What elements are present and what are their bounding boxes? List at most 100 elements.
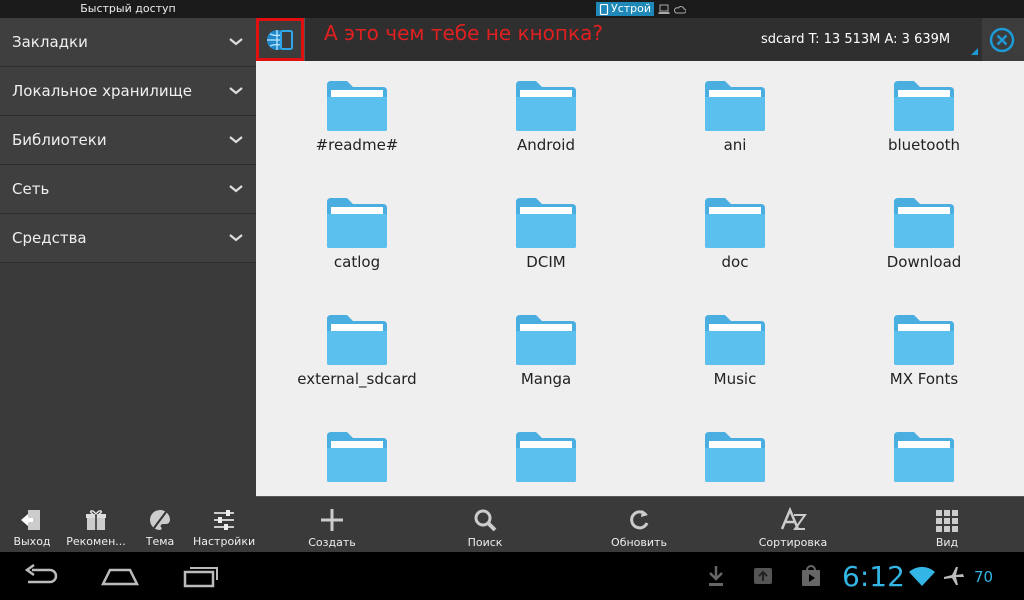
folder-name: external_sdcard (297, 370, 417, 388)
network-tab-icon[interactable] (658, 4, 670, 15)
chevron-down-icon (229, 234, 243, 242)
folder-icon (327, 315, 387, 365)
search-button[interactable]: Поиск (425, 497, 545, 553)
recommend-label: Рекомен... (66, 535, 126, 548)
folder-name: Download (886, 253, 962, 271)
sidebar-item-tools[interactable]: Средства (0, 214, 256, 263)
folder-icon (516, 198, 576, 248)
folder-item[interactable] (277, 426, 437, 487)
folder-item[interactable]: external_sdcard (277, 309, 437, 388)
folder-name: doc (721, 253, 749, 271)
sidebar-item-libraries[interactable]: Библиотеки (0, 116, 256, 165)
folder-name: bluetooth (887, 136, 961, 154)
sidebar-actions: Выход Рекомен... Тема Настройки (0, 496, 256, 552)
system-nav-bar: 6:12 70 (0, 552, 1024, 600)
bottom-toolbar: Создать Поиск Обновить Сортировка Вид (256, 496, 1024, 552)
annotation-text: А это чем тебе не кнопка? (324, 21, 603, 45)
home-icon[interactable] (100, 564, 140, 588)
refresh-icon (630, 510, 649, 530)
folder-icon (516, 315, 576, 365)
folder-icon (705, 198, 765, 248)
wifi-icon (909, 566, 935, 586)
airplane-icon (944, 567, 964, 585)
folder-item[interactable] (466, 426, 626, 487)
sidebar-item-bookmarks[interactable]: Закладки (0, 18, 256, 67)
sidebar-item-label: Закладки (12, 33, 88, 51)
status-clock: 6:12 (842, 560, 905, 593)
sort-button[interactable]: Сортировка (733, 497, 853, 553)
folder-item[interactable]: #readme# (277, 75, 437, 154)
play-store-icon (802, 565, 820, 586)
folder-item[interactable]: Android (466, 75, 626, 154)
tab-device[interactable]: Устрой (596, 2, 655, 16)
folder-icon (327, 198, 387, 248)
download-icon (709, 566, 723, 586)
quick-access-title: Быстрый доступ (80, 2, 176, 15)
search-label: Поиск (467, 536, 503, 549)
folder-item[interactable]: bluetooth (844, 75, 1004, 154)
folder-item[interactable]: MX Fonts (844, 309, 1004, 388)
search-icon (474, 509, 497, 532)
folder-name: DCIM (526, 253, 566, 271)
folder-item[interactable]: catlog (277, 192, 437, 271)
refresh-button[interactable]: Обновить (579, 497, 699, 553)
folder-icon (894, 315, 954, 365)
folder-icon (516, 81, 576, 131)
close-button[interactable] (986, 24, 1018, 56)
folder-item[interactable]: doc (655, 192, 815, 271)
sidebar-item-network[interactable]: Сеть (0, 165, 256, 214)
gift-icon (86, 510, 106, 530)
folder-name: MX Fonts (889, 370, 959, 388)
folder-icon (327, 432, 387, 482)
cloud-tab-icon[interactable] (674, 4, 687, 15)
back-icon[interactable] (22, 564, 60, 588)
create-button[interactable]: Создать (272, 497, 392, 553)
view-button[interactable]: Вид (887, 497, 1007, 553)
exit-icon (21, 510, 40, 530)
tab-device-label: Устрой (611, 2, 652, 15)
sort-label: Сортировка (758, 536, 828, 549)
folder-item[interactable] (655, 426, 815, 487)
folder-name: #readme# (315, 136, 399, 154)
sidebar-item-label: Средства (12, 229, 87, 247)
recommend-button[interactable]: Рекомен... (64, 496, 128, 552)
sliders-icon (214, 510, 234, 530)
folder-item[interactable]: DCIM (466, 192, 626, 271)
plus-icon (321, 509, 343, 531)
chevron-down-icon (229, 185, 243, 193)
sidebar: Закладки Локальное хранилище Библиотеки … (0, 18, 256, 552)
globe-device-icon (267, 29, 293, 50)
chevron-down-icon (229, 136, 243, 144)
folder-item[interactable]: Manga (466, 309, 626, 388)
folder-icon (705, 432, 765, 482)
theme-label: Тема (145, 535, 175, 548)
settings-button[interactable]: Настройки (192, 496, 256, 552)
folder-name: Manga (520, 370, 572, 388)
path-text: sdcard T: 13 513M A: 3 639M (761, 32, 951, 47)
folder-item[interactable]: Download (844, 192, 1004, 271)
palette-icon (150, 510, 170, 530)
exit-button[interactable]: Выход (0, 496, 64, 552)
settings-label: Настройки (193, 535, 255, 548)
folder-item[interactable]: ani (655, 75, 815, 154)
dropdown-corner-icon (971, 48, 978, 55)
folder-name: Music (713, 370, 757, 388)
chevron-down-icon (229, 87, 243, 95)
folder-name: ani (723, 136, 747, 154)
device-icon (599, 3, 609, 15)
folder-name: Android (517, 136, 575, 154)
folder-icon (894, 432, 954, 482)
location-tabs: Устрой (596, 2, 687, 16)
recent-apps-icon[interactable] (182, 564, 220, 588)
folder-item[interactable] (844, 426, 1004, 487)
folder-item[interactable]: Music (655, 309, 815, 388)
sidebar-item-label: Сеть (12, 180, 50, 198)
theme-button[interactable]: Тема (128, 496, 192, 552)
grid-view-icon (936, 510, 958, 532)
notification-icon (754, 568, 772, 584)
path-header: sdcard T: 13 513M A: 3 639M А это чем те… (256, 18, 1024, 61)
location-switch-button[interactable] (256, 18, 304, 61)
sort-icon (780, 507, 807, 530)
folder-name: catlog (333, 253, 381, 271)
sidebar-item-local-storage[interactable]: Локальное хранилище (0, 67, 256, 116)
